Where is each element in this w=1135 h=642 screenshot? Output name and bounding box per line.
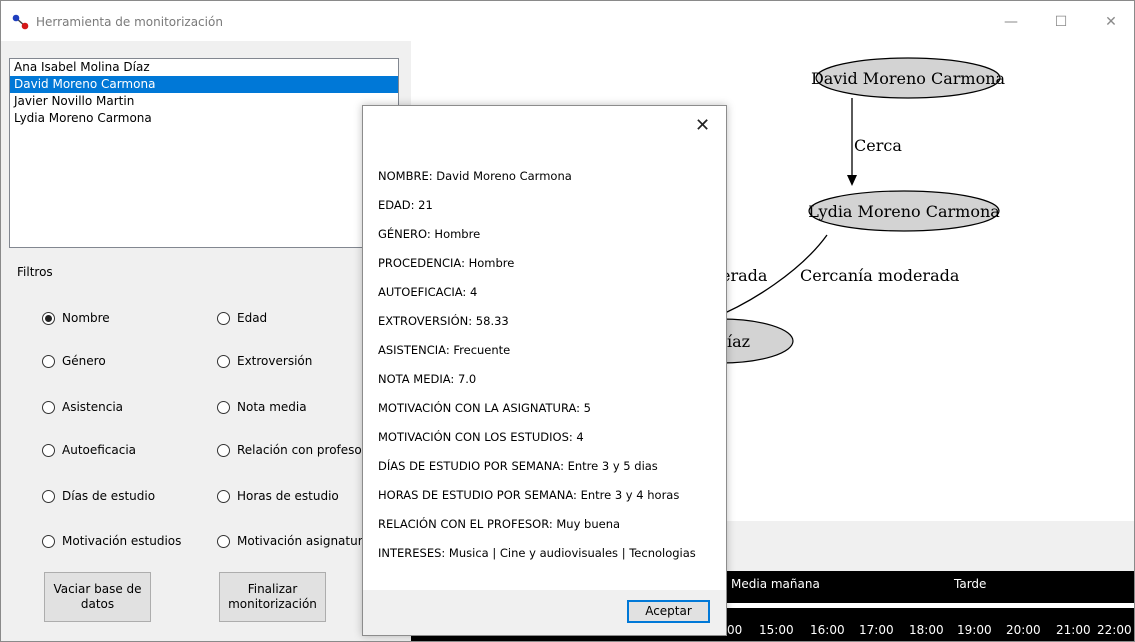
- edge-label: erada: [721, 266, 768, 285]
- radio-edad[interactable]: Edad: [217, 309, 267, 327]
- edge-label: Cercanía moderada: [800, 266, 960, 285]
- detail-field: NOTA MEDIA: 7.0: [378, 372, 477, 386]
- tick-label: 22:00: [1097, 623, 1132, 637]
- radio-asistencia[interactable]: Asistencia: [42, 398, 123, 416]
- node-label: Lydia Moreno Carmona: [808, 202, 1000, 221]
- app-window: Herramienta de monitorización — ☐ ✕ Ana …: [0, 0, 1135, 642]
- radio-extroversion[interactable]: Extroversión: [217, 352, 312, 370]
- radio-label: Nota media: [237, 400, 307, 414]
- detail-field: RELACIÓN CON EL PROFESOR: Muy buena: [378, 517, 621, 531]
- list-item[interactable]: Lydia Moreno Carmona: [10, 110, 398, 127]
- detail-field: AUTOEFICACIA: 4: [378, 285, 478, 299]
- clear-database-button[interactable]: Vaciar base de datos: [44, 572, 151, 622]
- tick-label: 19:00: [957, 623, 992, 637]
- radio-dot: [42, 400, 55, 414]
- tick-label: 21:00: [1056, 623, 1091, 637]
- radio-dot: [217, 311, 230, 325]
- timeline-label: Media mañana: [731, 577, 820, 591]
- tick-label: 16:00: [810, 623, 845, 637]
- radio-dot: [217, 534, 230, 548]
- radio-label: Género: [62, 354, 106, 368]
- radio-dot: [42, 354, 55, 368]
- node-label: David Moreno Carmona: [811, 69, 1006, 88]
- tick-label: 17:00: [859, 623, 894, 637]
- radio-label: Relación con profeso: [237, 443, 362, 457]
- edge-label: Cerca: [854, 136, 902, 155]
- detail-field: EDAD: 21: [378, 198, 433, 212]
- radio-label: Horas de estudio: [237, 489, 339, 503]
- detail-field: MOTIVACIÓN CON LA ASIGNATURA: 5: [378, 401, 591, 415]
- maximize-icon[interactable]: ☐: [1049, 11, 1073, 33]
- radio-label: Motivación asignatur: [237, 534, 363, 548]
- radio-motivacion-estudios[interactable]: Motivación estudios: [42, 532, 181, 550]
- radio-label: Edad: [237, 311, 268, 325]
- button-label: Finalizar monitorización: [228, 582, 317, 611]
- radio-dias-estudio[interactable]: Días de estudio: [42, 487, 155, 505]
- detail-field: EXTROVERSIÓN: 58.33: [378, 314, 509, 328]
- title-bar: Herramienta de monitorización — ☐ ✕: [1, 1, 1134, 41]
- minimize-icon[interactable]: —: [999, 11, 1023, 33]
- radio-dot: [217, 443, 230, 457]
- list-item[interactable]: Javier Novillo Martin: [10, 93, 398, 110]
- radio-label: Nombre: [62, 311, 110, 325]
- filters-label: Filtros: [17, 265, 53, 279]
- node-label: íaz: [727, 332, 750, 351]
- detail-field: GÉNERO: Hombre: [378, 227, 481, 241]
- tick-label: 18:00: [909, 623, 944, 637]
- radio-label: Días de estudio: [62, 489, 156, 503]
- close-icon[interactable]: ✕: [695, 115, 710, 136]
- list-item[interactable]: David Moreno Carmona: [10, 76, 398, 93]
- detail-field: DÍAS DE ESTUDIO POR SEMANA: Entre 3 y 5 …: [378, 459, 658, 473]
- radio-dot: [217, 489, 230, 503]
- detail-field: HORAS DE ESTUDIO POR SEMANA: Entre 3 y 4…: [378, 488, 680, 502]
- accept-button[interactable]: Aceptar: [627, 600, 710, 623]
- radio-label: Asistencia: [62, 400, 124, 414]
- tick-label: 20:00: [1006, 623, 1041, 637]
- people-list[interactable]: Ana Isabel Molina Díaz David Moreno Carm…: [9, 58, 399, 248]
- radio-dot: [42, 534, 55, 548]
- detail-field: ASISTENCIA: Frecuente: [378, 343, 511, 357]
- app-icon: [12, 14, 29, 30]
- window-title: Herramienta de monitorización: [36, 15, 223, 29]
- radio-dot: [42, 311, 55, 325]
- radio-motivacion-asignatura[interactable]: Motivación asignatur: [217, 532, 363, 550]
- tick-label: 00: [727, 623, 743, 637]
- radio-dot: [42, 489, 55, 503]
- radio-dot: [217, 354, 230, 368]
- radio-dot: [217, 400, 230, 414]
- detail-field: INTERESES: Musica | Cine y audiovisuales…: [378, 546, 696, 560]
- left-panel: Ana Isabel Molina Díaz David Moreno Carm…: [1, 41, 411, 641]
- radio-nota-media[interactable]: Nota media: [217, 398, 307, 416]
- button-label: Vaciar base de datos: [53, 582, 142, 611]
- detail-field: NOMBRE: David Moreno Carmona: [378, 169, 572, 183]
- timeline-bar: [721, 603, 1134, 608]
- radio-autoeficacia[interactable]: Autoeficacia: [42, 441, 136, 459]
- radio-horas-estudio[interactable]: Horas de estudio: [217, 487, 339, 505]
- radio-nombre[interactable]: Nombre: [42, 309, 110, 327]
- dialog-body: ✕ NOMBRE: David Moreno Carmona EDAD: 21 …: [363, 106, 726, 590]
- close-window-icon[interactable]: ✕: [1099, 11, 1123, 33]
- radio-dot: [42, 443, 55, 457]
- radio-label: Extroversión: [237, 354, 313, 368]
- radio-label: Motivación estudios: [62, 534, 182, 548]
- radio-relacion-profesor[interactable]: Relación con profeso: [217, 441, 362, 459]
- radio-genero[interactable]: Género: [42, 352, 106, 370]
- arrow-head: [847, 175, 857, 186]
- finish-monitoring-button[interactable]: Finalizar monitorización: [219, 572, 326, 622]
- timeline-label: Tarde: [954, 577, 987, 591]
- radio-label: Autoeficacia: [62, 443, 137, 457]
- tick-label: 15:00: [759, 623, 794, 637]
- detail-field: PROCEDENCIA: Hombre: [378, 256, 515, 270]
- student-details-dialog: ✕ NOMBRE: David Moreno Carmona EDAD: 21 …: [362, 105, 727, 636]
- detail-field: MOTIVACIÓN CON LOS ESTUDIOS: 4: [378, 430, 584, 444]
- list-item[interactable]: Ana Isabel Molina Díaz: [10, 59, 398, 76]
